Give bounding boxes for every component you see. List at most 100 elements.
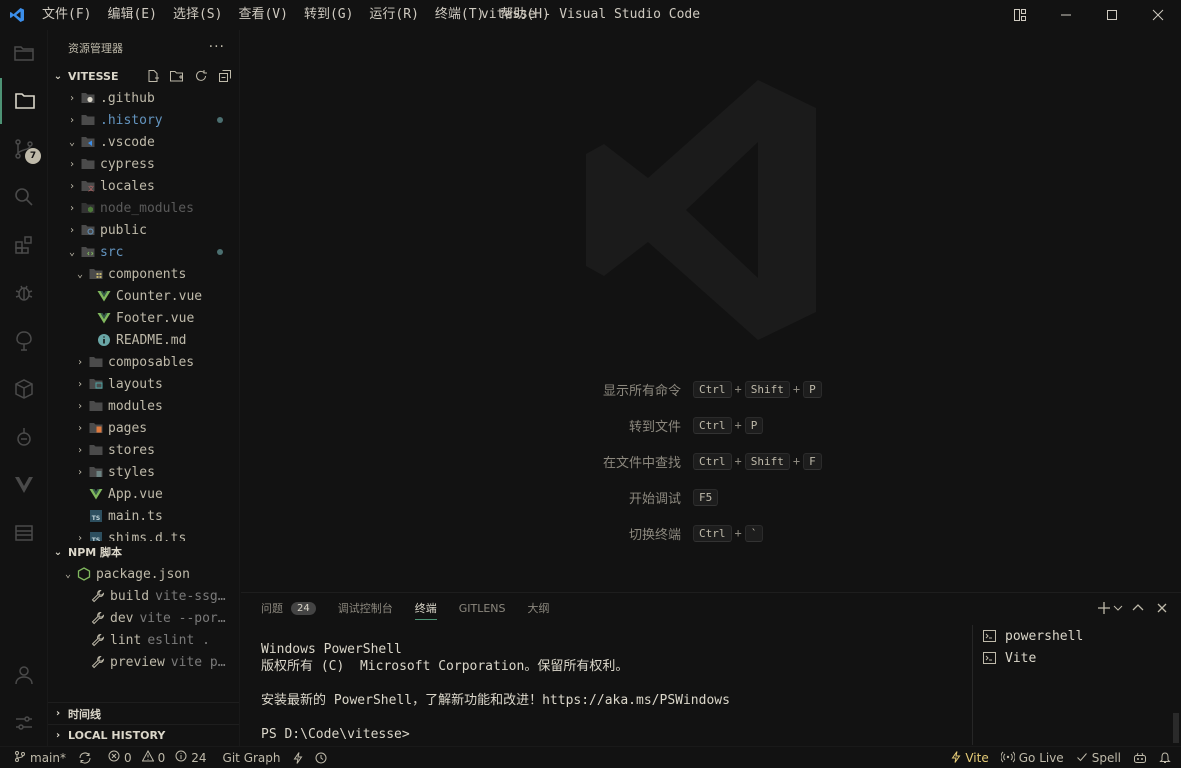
npm-script-item[interactable]: dev vite --por…: [48, 607, 239, 629]
gitlens-icon[interactable]: [0, 414, 48, 460]
tree-item[interactable]: › TS shims.d.ts: [48, 527, 239, 541]
tree-item[interactable]: › layouts: [48, 373, 239, 395]
package-icon[interactable]: [0, 366, 48, 412]
section-local-history[interactable]: › LOCAL HISTORY: [48, 724, 239, 746]
npm-script-item[interactable]: build vite-ssg…: [48, 585, 239, 607]
maximize-icon[interactable]: [1089, 0, 1135, 30]
npm-script-name: dev: [110, 610, 134, 626]
git-graph-item[interactable]: Git Graph: [213, 747, 287, 768]
menu-item[interactable]: 编辑(E): [99, 0, 164, 30]
chevron-down-icon: ⌄: [68, 136, 76, 148]
tree-item[interactable]: › node_modules: [48, 197, 239, 219]
key-plus: +: [792, 382, 801, 396]
section-timeline[interactable]: › 时间线: [48, 702, 239, 724]
settings-icon[interactable]: [0, 700, 48, 746]
section-npm-scripts[interactable]: ⌄ NPM 脚本: [48, 541, 239, 563]
sync-icon[interactable]: [72, 747, 98, 768]
terminal-instance[interactable]: powershell: [983, 625, 1181, 647]
source-control-icon[interactable]: 7: [0, 126, 48, 172]
minimize-icon[interactable]: [1043, 0, 1089, 30]
maximize-panel-icon[interactable]: [1129, 599, 1147, 617]
more-actions-icon[interactable]: ···: [209, 39, 225, 55]
chevron-down-icon: ⌄: [64, 568, 72, 580]
menu-item[interactable]: 文件(F): [34, 0, 99, 30]
refresh-icon[interactable]: [191, 67, 211, 85]
vite-icon[interactable]: [0, 462, 48, 508]
go-live-item[interactable]: Go Live: [995, 747, 1070, 768]
account-icon[interactable]: [0, 652, 48, 698]
tree-item[interactable]: ⌄ .vscode: [48, 131, 239, 153]
tree-item[interactable]: ⌄ src: [48, 241, 239, 263]
clock-icon[interactable]: [309, 747, 333, 768]
explorer-icon[interactable]: [0, 78, 48, 124]
testing-icon[interactable]: [0, 318, 48, 364]
tree-item-label: .history: [100, 112, 163, 128]
tree-item[interactable]: › .history: [48, 109, 239, 131]
extensions-icon[interactable]: [0, 222, 48, 268]
panel-tab[interactable]: 大纲: [528, 593, 550, 623]
panel-tab[interactable]: 终端: [414, 593, 437, 623]
tree-item[interactable]: App.vue: [48, 483, 239, 505]
tree-item[interactable]: › pages: [48, 417, 239, 439]
chevron-down-icon[interactable]: [1113, 599, 1123, 617]
tree-item[interactable]: › 文 locales: [48, 175, 239, 197]
npm-package-label: package.json: [96, 566, 190, 582]
tree-item[interactable]: ⌄ components: [48, 263, 239, 285]
tree-item[interactable]: › cypress: [48, 153, 239, 175]
panel-tab[interactable]: GITLENS: [459, 593, 506, 623]
copilot-icon[interactable]: [1127, 747, 1153, 768]
terminal-icon: [983, 652, 999, 664]
menu-item[interactable]: 查看(V): [230, 0, 295, 30]
problems-item[interactable]: 0 0 24: [98, 747, 213, 768]
npm-script-item[interactable]: preview vite p…: [48, 651, 239, 673]
notifications-icon[interactable]: [1153, 747, 1177, 768]
panel-tab[interactable]: 调试控制台: [338, 593, 393, 623]
new-file-icon[interactable]: [143, 67, 163, 85]
tree-item[interactable]: TS main.ts: [48, 505, 239, 527]
terminal-instance[interactable]: Vite: [983, 647, 1181, 669]
tree-item[interactable]: Footer.vue: [48, 307, 239, 329]
git-branch-item[interactable]: main*: [0, 747, 72, 768]
tree-item[interactable]: › modules: [48, 395, 239, 417]
terminal-scrollbar[interactable]: [1173, 713, 1179, 743]
sidebar-title: 资源管理器: [68, 41, 123, 55]
tree-item[interactable]: › styles: [48, 461, 239, 483]
npm-package-row[interactable]: ⌄ package.json: [48, 563, 239, 585]
menu-item[interactable]: 选择(S): [165, 0, 230, 30]
npm-script-item[interactable]: lint eslint .: [48, 629, 239, 651]
tree-item[interactable]: › stores: [48, 439, 239, 461]
search-icon[interactable]: [0, 174, 48, 220]
tree-item[interactable]: › public: [48, 219, 239, 241]
debug-icon[interactable]: [0, 270, 48, 316]
spell-item[interactable]: Spell: [1070, 747, 1127, 768]
key-plus: +: [734, 382, 742, 396]
vite-status-item[interactable]: Vite: [945, 747, 994, 768]
history-icon[interactable]: [0, 30, 48, 76]
new-folder-icon[interactable]: [167, 67, 187, 85]
keycap: Shift: [744, 452, 790, 470]
layout-toggle-icon[interactable]: [997, 0, 1043, 30]
close-icon[interactable]: [1135, 0, 1181, 30]
database-icon[interactable]: [0, 510, 48, 556]
tree-item[interactable]: Counter.vue: [48, 285, 239, 307]
new-terminal-icon[interactable]: [1095, 599, 1113, 617]
section-vitesse[interactable]: ⌄ VITESSE: [48, 65, 239, 87]
panel-tab[interactable]: 问题 24: [261, 593, 316, 623]
src-folder-icon: [80, 244, 96, 260]
tree-item[interactable]: README.md: [48, 329, 239, 351]
collapse-all-icon[interactable]: [215, 67, 235, 85]
tree-item[interactable]: › composables: [48, 351, 239, 373]
menu-item[interactable]: 终端(T): [427, 0, 492, 30]
terminal-output[interactable]: Windows PowerShell 版权所有 (C) Microsoft Cor…: [261, 641, 961, 743]
tree-item-label: composables: [108, 354, 195, 370]
menu-item[interactable]: 帮助(H): [492, 0, 557, 30]
warning-count: 0: [157, 750, 166, 765]
menu-item[interactable]: 转到(G): [296, 0, 361, 30]
tree-item[interactable]: › .github: [48, 87, 239, 109]
lightning-icon[interactable]: [287, 747, 309, 768]
vscode-logo-icon: [0, 0, 34, 30]
close-panel-icon[interactable]: [1153, 599, 1171, 617]
menu-item[interactable]: 运行(R): [361, 0, 426, 30]
